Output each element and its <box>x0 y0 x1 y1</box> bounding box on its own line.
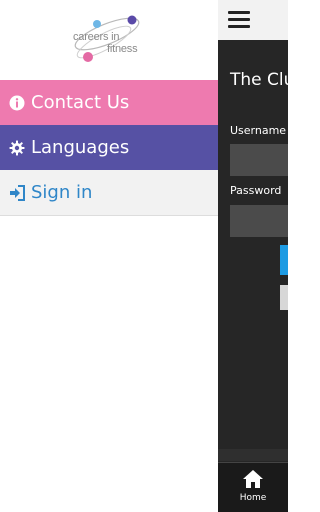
gear-icon <box>9 139 27 157</box>
careers-in-fitness-logo: careers in fitness <box>0 0 218 80</box>
menu-item-label: Contact Us <box>31 92 130 113</box>
home-tab[interactable]: Home <box>238 469 268 511</box>
navigation-drawer: careers in fitness Contact Us Languages … <box>0 0 218 512</box>
password-input[interactable] <box>230 205 288 237</box>
menu-item-label: Sign in <box>31 182 93 203</box>
logo-text-line1: careers in <box>73 31 120 43</box>
menu-item-label: Languages <box>31 137 130 158</box>
page-title: The Clu <box>230 70 288 90</box>
action-bar <box>218 0 288 40</box>
username-input[interactable] <box>230 144 288 176</box>
username-label: Username <box>230 124 287 137</box>
login-button[interactable] <box>280 245 288 275</box>
hamburger-menu-icon[interactable] <box>228 11 250 29</box>
menu-item-contact-us[interactable]: Contact Us <box>0 80 218 125</box>
home-tab-label: Home <box>239 493 267 503</box>
bottom-navigation: Home <box>218 462 288 512</box>
divider <box>218 449 288 461</box>
sign-in-icon <box>9 184 27 202</box>
menu-item-sign-in[interactable]: Sign in <box>0 170 218 216</box>
menu-item-languages[interactable]: Languages <box>0 125 218 170</box>
logo-text-line2: fitness <box>107 43 138 55</box>
main-content-panel: The Clu Username Password Home <box>218 0 288 512</box>
secondary-button[interactable] <box>280 285 288 310</box>
info-circle-icon <box>9 94 27 112</box>
home-icon <box>243 470 263 488</box>
password-label: Password <box>230 184 282 197</box>
